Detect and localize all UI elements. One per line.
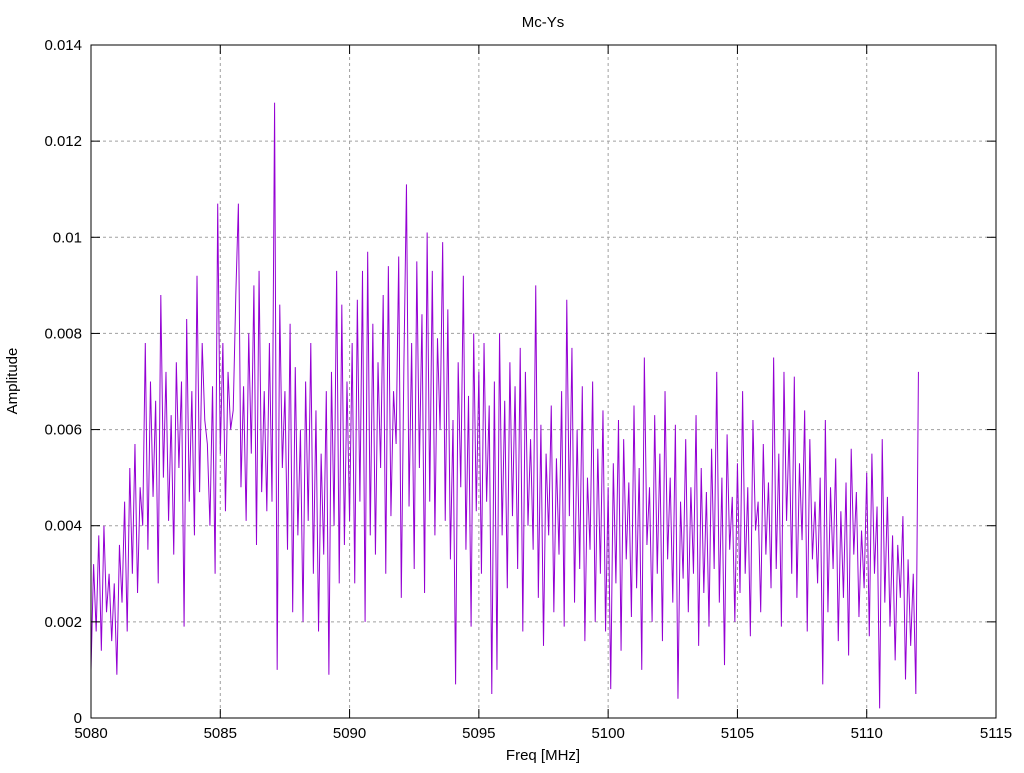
y-tick-label: 0.002 <box>44 614 82 631</box>
y-tick-label: 0 <box>74 710 82 727</box>
x-tick-label: 5100 <box>591 725 624 742</box>
x-tick-label: 5110 <box>851 725 883 742</box>
chart-title: Mc-Ys <box>522 14 565 31</box>
y-tick-label: 0.006 <box>44 422 82 439</box>
x-tick-label: 5080 <box>74 725 107 742</box>
x-tick-label: 5085 <box>204 725 237 742</box>
y-tick-label: 0.012 <box>44 133 82 150</box>
y-tick-label: 0.014 <box>44 37 82 54</box>
chart: Mc-Ys 5080 5085 5090 5095 5100 5105 5110 5115 0 0… <box>4 14 1012 764</box>
x-axis-label: Freq [MHz] <box>506 747 580 764</box>
y-tick-label: 0.004 <box>44 518 82 535</box>
x-tick-label: 5115 <box>980 725 1012 742</box>
y-tick-label: 0.01 <box>53 229 82 246</box>
y-tick-label: 0.008 <box>44 325 82 342</box>
series-line <box>90 102 919 709</box>
y-axis-label: Amplitude <box>4 348 21 415</box>
x-tick-label: 5105 <box>721 725 754 742</box>
x-tick-label: 5095 <box>462 725 495 742</box>
series-group <box>90 102 919 709</box>
x-tick-label: 5090 <box>333 725 366 742</box>
